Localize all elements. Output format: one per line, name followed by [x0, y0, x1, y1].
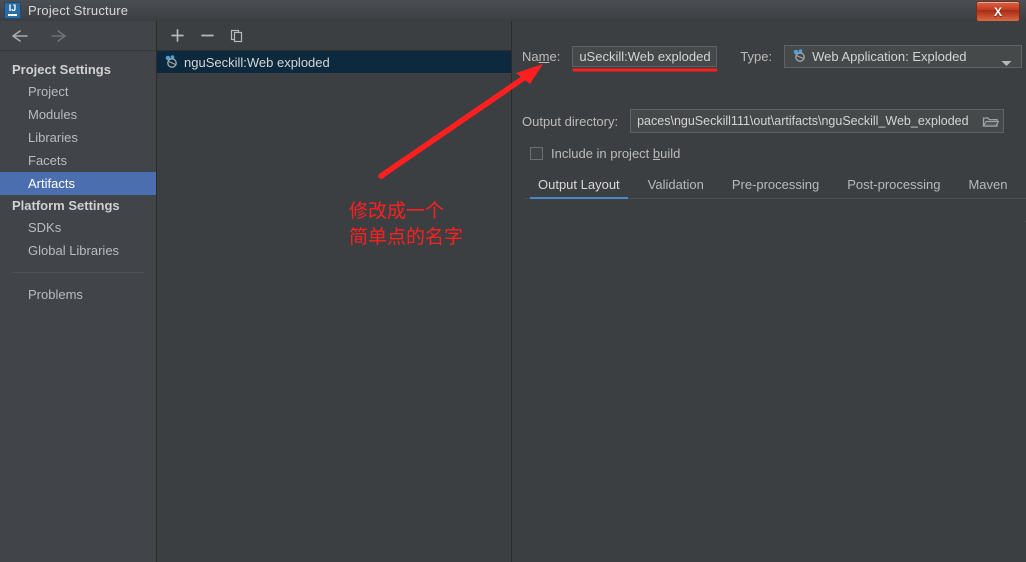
- artifact-item-label: nguSeckill:Web exploded: [184, 54, 330, 70]
- folder-browse-icon[interactable]: [982, 114, 1000, 132]
- detail-tabs: Output Layout Validation Pre-processing …: [524, 173, 1026, 199]
- sidebar-item-problems[interactable]: Problems: [0, 283, 156, 306]
- sidebar-item-global-libraries[interactable]: Global Libraries: [0, 239, 156, 262]
- sidebar-group-project-settings: Project Settings: [12, 62, 111, 77]
- sidebar-item-project[interactable]: Project: [0, 80, 156, 103]
- tab-validation[interactable]: Validation: [634, 177, 718, 198]
- tab-pre-processing[interactable]: Pre-processing: [718, 177, 833, 198]
- sidebar-item-libraries[interactable]: Libraries: [0, 126, 156, 149]
- artifact-type-value: Web Application: Exploded: [812, 49, 967, 64]
- artifact-list-toolbar: [157, 21, 511, 51]
- add-artifact-button[interactable]: [166, 26, 188, 46]
- sidebar-group-platform-settings: Platform Settings: [12, 198, 120, 213]
- include-in-build-row: Include in project build: [530, 146, 680, 161]
- tab-post-processing[interactable]: Post-processing: [833, 177, 954, 198]
- output-directory-value: paces\nguSeckill111\out\artifacts\nguSec…: [637, 114, 969, 128]
- sidebar-navigation: [0, 21, 156, 51]
- output-directory-field[interactable]: paces\nguSeckill111\out\artifacts\nguSec…: [630, 109, 1005, 133]
- sidebar-item-facets[interactable]: Facets: [0, 149, 156, 172]
- window-title: Project Structure: [28, 3, 129, 18]
- output-directory-row: Output directory: paces\nguSeckill111\ou…: [522, 109, 1022, 133]
- settings-sidebar: Project Settings Project Modules Librari…: [0, 21, 157, 562]
- artifact-type-select[interactable]: Web Application: Exploded: [784, 45, 1022, 68]
- artifact-icon: [792, 48, 806, 65]
- sidebar-item-artifacts[interactable]: Artifacts: [0, 172, 156, 195]
- artifact-icon: [164, 54, 178, 71]
- copy-icon[interactable]: [226, 26, 248, 46]
- type-label: Type:: [740, 49, 773, 64]
- tab-output-layout[interactable]: Output Layout: [524, 177, 634, 199]
- include-in-project-build-checkbox[interactable]: [530, 147, 543, 160]
- arrow-left-icon[interactable]: [10, 28, 32, 44]
- sidebar-item-sdks[interactable]: SDKs: [0, 216, 156, 239]
- window-body: Project Settings Project Modules Librari…: [0, 21, 1026, 562]
- close-button[interactable]: X: [976, 1, 1020, 22]
- name-label: Name:: [522, 49, 561, 64]
- artifact-list-panel: nguSeckill:Web exploded: [157, 21, 512, 562]
- chevron-down-icon: [1001, 55, 1012, 70]
- sidebar-list: Project Settings Project Modules Librari…: [0, 51, 156, 306]
- output-directory-label: Output directory:: [522, 113, 619, 129]
- title-bar: IJ Project Structure X: [0, 0, 1026, 22]
- include-in-project-build-label: Include in project build: [551, 146, 681, 161]
- remove-artifact-button[interactable]: [196, 26, 218, 46]
- project-structure-window: IJ Project Structure X Project Settings …: [0, 0, 1026, 562]
- name-row: Name: Type: Web Application: Exploded: [522, 45, 1022, 68]
- list-item[interactable]: nguSeckill:Web exploded: [157, 51, 511, 73]
- artifact-detail-panel: Name: Type: Web Application: Exploded: [512, 21, 1026, 562]
- sidebar-divider: [12, 272, 144, 273]
- artifact-name-input[interactable]: [572, 46, 718, 67]
- tab-maven[interactable]: Maven: [954, 177, 1021, 198]
- arrow-right-icon[interactable]: [48, 28, 70, 44]
- sidebar-item-modules[interactable]: Modules: [0, 103, 156, 126]
- intellij-idea-icon: IJ: [4, 2, 21, 19]
